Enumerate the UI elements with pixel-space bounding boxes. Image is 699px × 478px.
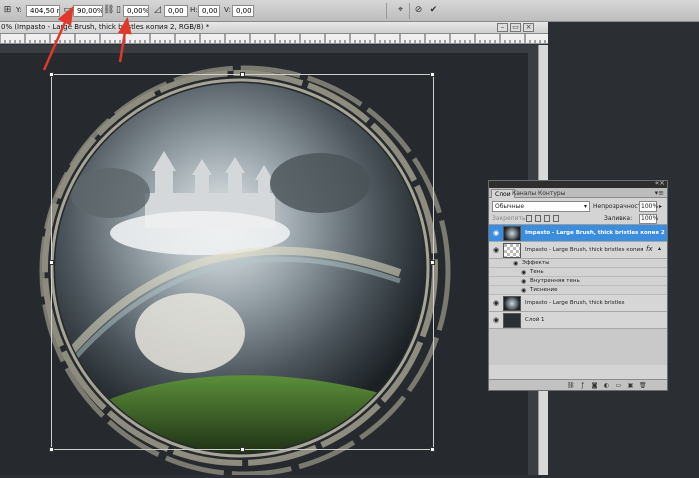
- tab-paths[interactable]: Контуры: [535, 189, 568, 198]
- layer-name: Impasto - Large Brush, thick bristles: [525, 300, 625, 306]
- layer-thumbnail: [503, 226, 521, 241]
- layers-panel: «× Слои Каналы Контуры ▾≡ Обычные ▾ Непро…: [488, 179, 668, 391]
- blend-mode-select[interactable]: Обычные ▾: [492, 201, 590, 212]
- layer-row[interactable]: ◉ Слой 1: [489, 312, 667, 329]
- angle-field[interactable]: 0,00: [164, 5, 188, 17]
- blend-mode-value: Обычные: [495, 203, 525, 210]
- lock-all-icon[interactable]: [553, 215, 559, 222]
- eye-icon[interactable]: ◉: [521, 269, 526, 276]
- lock-row: Закрепить: Заливка: 100%: [489, 213, 667, 225]
- opacity-dropdown-icon[interactable]: ▸: [659, 203, 662, 210]
- arrowhead: [117, 16, 132, 35]
- eye-icon[interactable]: ◉: [491, 316, 501, 325]
- layer-row[interactable]: ◉ Impasto - Large Brush, thick bristles: [489, 295, 667, 312]
- arrowhead: [57, 6, 74, 26]
- collapse-icon[interactable]: «×: [655, 179, 665, 187]
- layer-row[interactable]: ◉ Impasto - Large Brush, thick bristles …: [489, 225, 667, 242]
- restore-icon[interactable]: ▭: [510, 23, 521, 32]
- h-skew-field[interactable]: 0,00: [198, 5, 220, 17]
- fill-field[interactable]: 100%: [639, 214, 658, 224]
- eye-icon[interactable]: ◉: [521, 287, 526, 294]
- transform-handle[interactable]: [49, 447, 54, 452]
- layer-thumbnail: [503, 296, 521, 311]
- arrow-line: [118, 31, 127, 63]
- folder-icon[interactable]: ▭: [615, 382, 622, 389]
- warp-icon[interactable]: ⌖: [395, 5, 406, 16]
- transform-bounding-box[interactable]: [49, 72, 435, 452]
- angle-icon: ◿: [154, 5, 161, 15]
- eye-icon[interactable]: ◉: [513, 260, 518, 267]
- v-skew-label: V:: [224, 6, 231, 14]
- lock-position-icon[interactable]: [544, 215, 550, 222]
- fill-label: Заливка:: [604, 215, 633, 222]
- eye-icon[interactable]: ◉: [491, 299, 501, 308]
- link-layers-icon[interactable]: ⛓: [567, 382, 575, 389]
- y-label: Y:: [16, 6, 22, 14]
- layers-panel-toolbar: ⛓ ƒ ◙ ◐ ▭ ▣ 🗑: [489, 379, 667, 390]
- panel-header[interactable]: «×: [489, 179, 667, 188]
- layer-name: Слой 1: [525, 317, 545, 323]
- effect-item[interactable]: ◉ Тень: [489, 268, 667, 277]
- trash-icon[interactable]: 🗑: [639, 382, 647, 389]
- cancel-icon[interactable]: ⊘: [413, 5, 424, 16]
- separator: [409, 3, 410, 19]
- panel-tabs: Слои Каналы Контуры ▾≡: [489, 188, 667, 198]
- lock-pixels-icon[interactable]: [535, 215, 541, 222]
- effects-label: Эффекты: [522, 260, 550, 266]
- commit-icon[interactable]: ✔: [428, 5, 439, 16]
- mask-icon[interactable]: ◙: [591, 382, 598, 389]
- transform-handle[interactable]: [430, 260, 435, 265]
- layer-thumbnail: [503, 243, 521, 258]
- eye-icon[interactable]: ◉: [491, 229, 501, 238]
- close-icon[interactable]: ×: [523, 23, 534, 32]
- eye-icon[interactable]: ◉: [521, 278, 526, 285]
- effect-name: Тень: [530, 269, 544, 275]
- opacity-field[interactable]: 100%: [639, 201, 658, 212]
- adjustment-icon[interactable]: ◐: [603, 382, 610, 389]
- separator: [386, 3, 387, 19]
- transform-handle[interactable]: [430, 447, 435, 452]
- fx-icon[interactable]: fx: [646, 245, 653, 253]
- new-layer-icon[interactable]: ▣: [627, 382, 634, 389]
- v-skew-field[interactable]: 0,00: [232, 5, 254, 17]
- transform-handle[interactable]: [240, 447, 245, 452]
- minimize-icon[interactable]: –: [497, 23, 508, 32]
- layer-row[interactable]: ◉ Impasto - Large Brush, thick bristles …: [489, 242, 667, 259]
- layer-name: Impasto - Large Brush, thick bristles ко…: [525, 247, 644, 253]
- reference-point-icon[interactable]: ⊞: [2, 5, 13, 16]
- fx-icon[interactable]: ƒ: [579, 382, 586, 389]
- lock-transparency-icon[interactable]: [526, 215, 532, 222]
- layer-name: Impasto - Large Brush, thick bristles ко…: [525, 230, 665, 236]
- effect-item[interactable]: ◉ Внутренняя тень: [489, 277, 667, 286]
- effect-name: Тиснение: [530, 287, 558, 293]
- lock-label: Закрепить:: [492, 215, 528, 222]
- transform-handle[interactable]: [430, 72, 435, 77]
- panel-menu-icon[interactable]: ▾≡: [655, 189, 664, 197]
- transform-handle[interactable]: [240, 72, 245, 77]
- eye-icon[interactable]: ◉: [491, 246, 501, 255]
- effects-group[interactable]: ◉ Эффекты: [489, 259, 667, 268]
- transform-handle[interactable]: [49, 260, 54, 265]
- effect-name: Внутренняя тень: [530, 278, 580, 284]
- h-skew-label: H:: [190, 6, 198, 14]
- annotation-arrows: [42, 6, 132, 71]
- layers-list: ◉ Impasto - Large Brush, thick bristles …: [489, 225, 667, 365]
- chevron-up-icon[interactable]: ▴: [658, 245, 661, 252]
- layer-thumbnail: [503, 313, 521, 328]
- chevron-down-icon: ▾: [583, 203, 587, 210]
- effect-item[interactable]: ◉ Тиснение: [489, 286, 667, 295]
- arrow-line: [42, 19, 68, 71]
- blend-row: Обычные ▾ Непрозрачность: 100% ▸: [489, 198, 667, 213]
